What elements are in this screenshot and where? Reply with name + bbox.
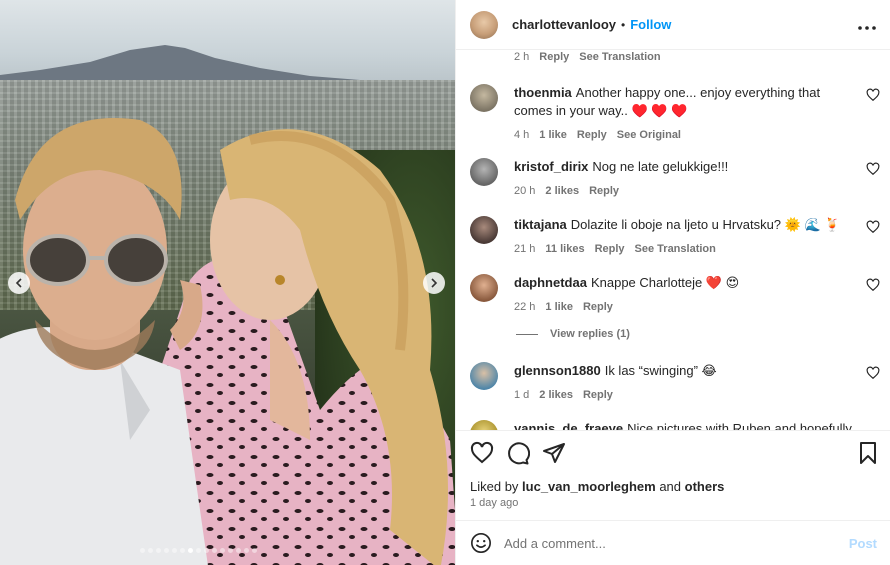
commenter-avatar[interactable] bbox=[470, 274, 498, 302]
commenter-username[interactable]: kristof_dirix bbox=[514, 159, 588, 174]
comment-item: tiktajana Dolazite li oboje na ljeto u Hr… bbox=[470, 216, 880, 258]
reply-button[interactable]: Reply bbox=[595, 240, 625, 258]
like-heart-icon[interactable] bbox=[470, 441, 494, 465]
comment-time: 20 h bbox=[514, 185, 536, 197]
author-username[interactable]: charlottevanlooy bbox=[512, 17, 616, 32]
photo-man bbox=[0, 117, 208, 565]
carousel-dot bbox=[156, 548, 161, 553]
liked-by-summary: Liked by luc_van_moorleghem and others bbox=[470, 479, 724, 494]
like-comment-heart-icon[interactable] bbox=[866, 366, 880, 380]
post-header: charlottevanlooy • Follow bbox=[456, 0, 890, 50]
commenter-username[interactable]: thoenmia bbox=[514, 85, 572, 100]
like-comment-heart-icon[interactable] bbox=[866, 162, 880, 176]
reply-button[interactable]: Reply bbox=[583, 298, 613, 316]
commenter-username[interactable]: glennson1880 bbox=[514, 363, 601, 378]
carousel-dot bbox=[188, 548, 193, 553]
save-bookmark-icon[interactable] bbox=[856, 441, 880, 465]
carousel-dot bbox=[236, 548, 241, 553]
liked-by-and: and bbox=[659, 479, 682, 494]
reply-button[interactable]: Reply bbox=[589, 182, 619, 200]
commenter-avatar[interactable] bbox=[470, 420, 498, 430]
commenter-username[interactable]: yannis_de_fraeye bbox=[514, 421, 623, 430]
comment-text: Nog ne late gelukkige!!! bbox=[592, 159, 729, 174]
comment-text: Knappe Charlotteje ❤️ 😍 bbox=[590, 275, 740, 290]
carousel-next-button[interactable] bbox=[423, 272, 445, 294]
comment-likes[interactable]: 1 like bbox=[539, 126, 567, 144]
add-comment-input[interactable] bbox=[504, 535, 824, 551]
comment-text: Dolazite li oboje na ljeto u Hrvatsku? 🌞… bbox=[570, 217, 841, 232]
comment-likes[interactable]: 11 likes bbox=[545, 240, 584, 258]
post-side-panel: charlottevanlooy • Follow 2 h Reply See … bbox=[455, 0, 890, 565]
chevron-left-icon bbox=[15, 278, 22, 288]
liked-by-others-link[interactable]: others bbox=[685, 479, 725, 494]
comment-time: 2 h bbox=[514, 51, 530, 63]
see-translation-button[interactable]: See Translation bbox=[579, 51, 660, 63]
like-comment-heart-icon[interactable] bbox=[866, 278, 880, 292]
action-icons-row bbox=[470, 441, 880, 467]
carousel-dot bbox=[204, 548, 209, 553]
liked-by-prefix: Liked by bbox=[470, 479, 519, 494]
carousel-dot bbox=[180, 548, 185, 553]
comments-list[interactable]: 2 h Reply See Translation thoenmia Anothe… bbox=[456, 50, 890, 430]
comment-time: 21 h bbox=[514, 243, 536, 255]
carousel-dot bbox=[196, 548, 201, 553]
add-comment-bar: Post bbox=[456, 520, 890, 565]
carousel-indicator bbox=[140, 548, 257, 553]
commenter-avatar[interactable] bbox=[470, 216, 498, 244]
post-timestamp[interactable]: 1 day ago bbox=[470, 497, 518, 509]
carousel-dot bbox=[252, 548, 257, 553]
comment-likes[interactable]: 2 likes bbox=[545, 182, 579, 200]
carousel-prev-button[interactable] bbox=[8, 272, 30, 294]
post-comment-button[interactable]: Post bbox=[849, 536, 877, 551]
carousel-dot bbox=[140, 548, 145, 553]
comment-time: 4 h bbox=[514, 129, 530, 141]
see-translation-button[interactable]: See Translation bbox=[635, 240, 716, 258]
commenter-username[interactable]: tiktajana bbox=[514, 217, 567, 232]
view-replies-label: View replies (1) bbox=[550, 328, 630, 340]
comment-item: glennson1880 Ik las “swinging” 😂 1 d 2 li… bbox=[470, 362, 880, 404]
more-options-icon[interactable] bbox=[858, 14, 876, 35]
carousel-dot bbox=[220, 548, 225, 553]
comment-likes[interactable]: 1 like bbox=[545, 298, 573, 316]
emoji-icon[interactable] bbox=[470, 532, 492, 554]
share-send-icon[interactable] bbox=[542, 441, 566, 465]
instagram-post-modal: charlottevanlooy • Follow 2 h Reply See … bbox=[0, 0, 890, 565]
comment-likes[interactable]: 2 likes bbox=[539, 386, 573, 404]
chevron-right-icon bbox=[431, 278, 438, 288]
reply-button[interactable]: Reply bbox=[583, 386, 613, 404]
follow-button[interactable]: Follow bbox=[630, 17, 671, 32]
comment-bubble-icon[interactable] bbox=[506, 441, 530, 465]
carousel-dot bbox=[228, 548, 233, 553]
carousel-dot bbox=[172, 548, 177, 553]
carousel-dot bbox=[244, 548, 249, 553]
carousel-dot bbox=[164, 548, 169, 553]
reply-button[interactable]: Reply bbox=[539, 51, 569, 63]
post-photo[interactable] bbox=[0, 0, 455, 565]
comment-item: daphnetdaa Knappe Charlotteje ❤️ 😍 22 h 1… bbox=[470, 274, 880, 316]
comment-text: Ik las “swinging” 😂 bbox=[604, 363, 717, 378]
comment-item: kristof_dirix Nog ne late gelukkige!!! 20… bbox=[470, 158, 880, 200]
author-avatar[interactable] bbox=[470, 10, 498, 39]
partial-comment-meta: 2 h Reply See Translation bbox=[514, 51, 661, 63]
comment-item: thoenmia Another happy one... enjoy every… bbox=[470, 84, 880, 144]
commenter-avatar[interactable] bbox=[470, 84, 498, 112]
commenter-username[interactable]: daphnetdaa bbox=[514, 275, 587, 290]
commenter-avatar[interactable] bbox=[470, 362, 498, 390]
carousel-dot bbox=[212, 548, 217, 553]
header-separator: • bbox=[621, 17, 626, 32]
view-replies-line bbox=[516, 333, 538, 335]
like-comment-heart-icon[interactable] bbox=[866, 88, 880, 102]
commenter-avatar[interactable] bbox=[470, 158, 498, 186]
carousel-dot bbox=[148, 548, 153, 553]
liked-by-user-link[interactable]: luc_van_moorleghem bbox=[522, 479, 656, 494]
reply-button[interactable]: Reply bbox=[577, 126, 607, 144]
comment-time: 1 d bbox=[514, 389, 530, 401]
post-actions: Liked by luc_van_moorleghem and others 1… bbox=[456, 430, 890, 520]
view-replies-button[interactable]: View replies (1) bbox=[516, 328, 630, 340]
comment-time: 22 h bbox=[514, 301, 536, 313]
like-comment-heart-icon[interactable] bbox=[866, 220, 880, 234]
comment-text: Nice pictures with Ruben and hopefully bbox=[627, 421, 852, 430]
comment-item: yannis_de_fraeye Nice pictures with Ruben… bbox=[470, 420, 880, 430]
see-original-button[interactable]: See Original bbox=[617, 126, 681, 144]
